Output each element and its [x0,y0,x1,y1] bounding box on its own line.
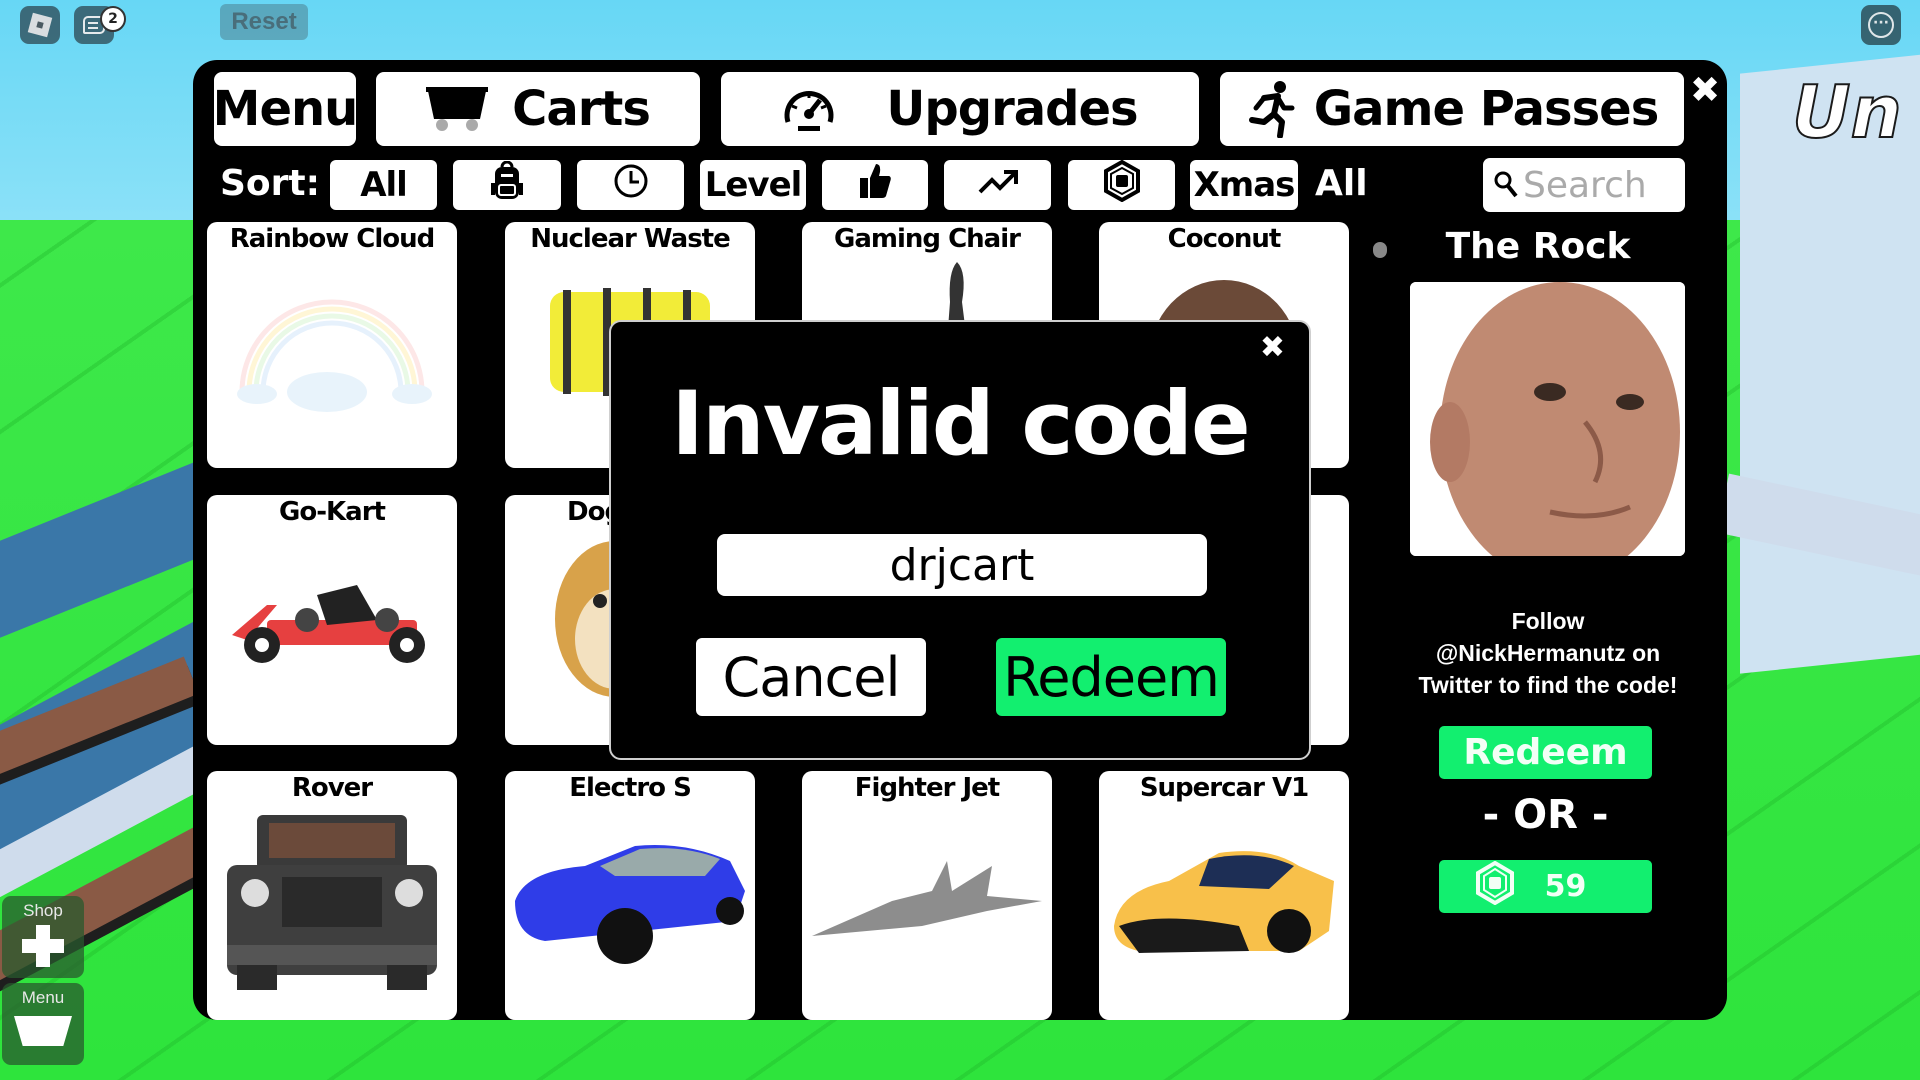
search-icon [1493,170,1519,200]
search-input[interactable] [1523,164,1683,206]
roblox-logo-icon [27,12,53,38]
trending-up-icon [978,165,1018,205]
sort-all-button[interactable]: All [330,160,437,210]
item-name: Rainbow Cloud [229,224,436,254]
clock-icon [613,163,649,208]
code-input[interactable] [717,534,1207,596]
item-tile[interactable]: Go-Kart [207,495,457,745]
hud-menu-label: Menu [21,988,65,1007]
tab-upgrades[interactable]: Upgrades [721,72,1199,146]
go-kart-image [232,585,425,663]
sort-likes-button[interactable] [822,160,928,210]
price-label: 59 [1544,869,1587,904]
item-name: Electro S [569,773,692,803]
redeem-code-dialog: ✖ Invalid code Cancel Redeem [609,320,1311,760]
item-name: Coconut [1167,224,1282,254]
redeem-label: Redeem [1003,645,1220,709]
tab-carts-label: Carts [512,81,651,137]
electro-s-image [515,845,745,964]
featured-image [1410,282,1685,556]
redeem-button[interactable]: Redeem [996,638,1226,716]
sort-all-label: All [360,165,408,205]
featured-redeem-label: Redeem [1463,732,1628,773]
item-name: Rover [291,773,373,803]
chat-notification-badge: 2 [100,6,126,32]
tab-game-passes-label: Game Passes [1313,81,1660,137]
robux-icon [1475,860,1515,913]
rover-image [227,815,437,990]
tab-game-passes[interactable]: Game Passes [1220,72,1684,146]
speedometer-icon [782,84,836,134]
follow-line-3: Twitter to find the code! [1418,672,1678,698]
follow-line-2: @NickHermanutz on [1435,640,1661,666]
more-options-icon: ··· [1868,12,1894,38]
tab-carts[interactable]: Carts [376,72,700,146]
hud-menu-button[interactable]: Menu [2,983,84,1065]
sort-robux-button[interactable] [1068,159,1175,211]
scrollbar-thumb[interactable] [1373,242,1387,258]
tab-upgrades-label: Upgrades [886,81,1138,137]
featured-redeem-button[interactable]: Redeem [1439,726,1652,779]
plus-icon [22,925,64,967]
item-tile[interactable]: Rover [207,771,457,1020]
backpack-icon [490,160,524,210]
item-tile[interactable]: Supercar V1 [1099,771,1349,1020]
robux-icon [1103,159,1141,211]
cancel-button[interactable]: Cancel [696,638,926,716]
cancel-label: Cancel [722,645,901,709]
roblox-menu-button[interactable] [20,6,60,44]
tab-menu-label: Menu [212,81,359,137]
the-rock-portrait [1410,282,1685,556]
sort-xmas-label: Xmas [1193,165,1296,205]
follow-instructions: Follow @NickHermanutz on Twitter to find… [1393,605,1703,701]
hud-shop-button[interactable]: Shop [2,896,84,978]
reset-button[interactable]: Reset [220,4,308,40]
supercar-v1-image [1114,851,1334,953]
current-filter-label: All [1315,163,1368,204]
close-icon[interactable]: ✖ [1690,70,1720,111]
sort-recent-button[interactable] [577,160,684,210]
sort-label: Sort: [220,163,321,204]
dialog-title: Invalid code [671,372,1250,475]
thumbs-up-icon [858,162,892,209]
featured-title: The Rock [1445,226,1631,267]
running-person-icon [1246,80,1296,138]
fighter-jet-image [812,861,1042,936]
item-name: Go-Kart [279,497,386,527]
cart-icon [426,85,489,133]
item-name: Nuclear Waste [530,224,730,254]
sort-trending-button[interactable] [944,160,1051,210]
cart-icon [14,1016,72,1046]
world-sign-text: Un [1791,69,1903,155]
more-options-button[interactable]: ··· [1861,5,1901,45]
item-tile[interactable]: Electro S [505,771,755,1020]
item-tile[interactable]: Rainbow Cloud [207,222,457,468]
sort-inventory-button[interactable] [453,160,561,210]
sort-xmas-button[interactable]: Xmas [1190,160,1298,210]
close-icon[interactable]: ✖ [1260,330,1285,365]
item-tile[interactable]: Fighter Jet [802,771,1052,1020]
search-box[interactable] [1483,158,1685,212]
sort-level-label: Level [704,165,803,205]
item-name: Supercar V1 [1139,773,1309,803]
item-name: Fighter Jet [854,773,1000,803]
follow-line-1: Follow [1511,608,1585,634]
tab-menu[interactable]: Menu [212,72,359,146]
hud-shop-label: Shop [23,901,63,920]
or-divider: - OR - [1482,792,1609,838]
buy-with-robux-button[interactable]: 59 [1439,860,1652,913]
sort-level-button[interactable]: Level [700,160,806,210]
rainbow-cloud-image [237,299,432,412]
